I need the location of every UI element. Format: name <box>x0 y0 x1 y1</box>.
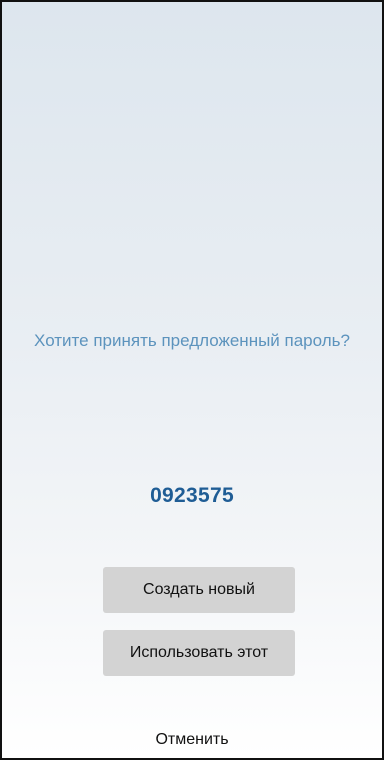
cancel-button[interactable]: Отменить <box>2 731 382 749</box>
use-this-button[interactable]: Использовать этот <box>103 630 295 676</box>
password-suggestion-screen: Хотите принять предложенный пароль? 0923… <box>0 0 384 760</box>
suggested-password: 0923575 <box>150 484 234 507</box>
create-new-button[interactable]: Создать новый <box>103 567 295 613</box>
prompt-text: Хотите принять предложенный пароль? <box>34 331 350 350</box>
